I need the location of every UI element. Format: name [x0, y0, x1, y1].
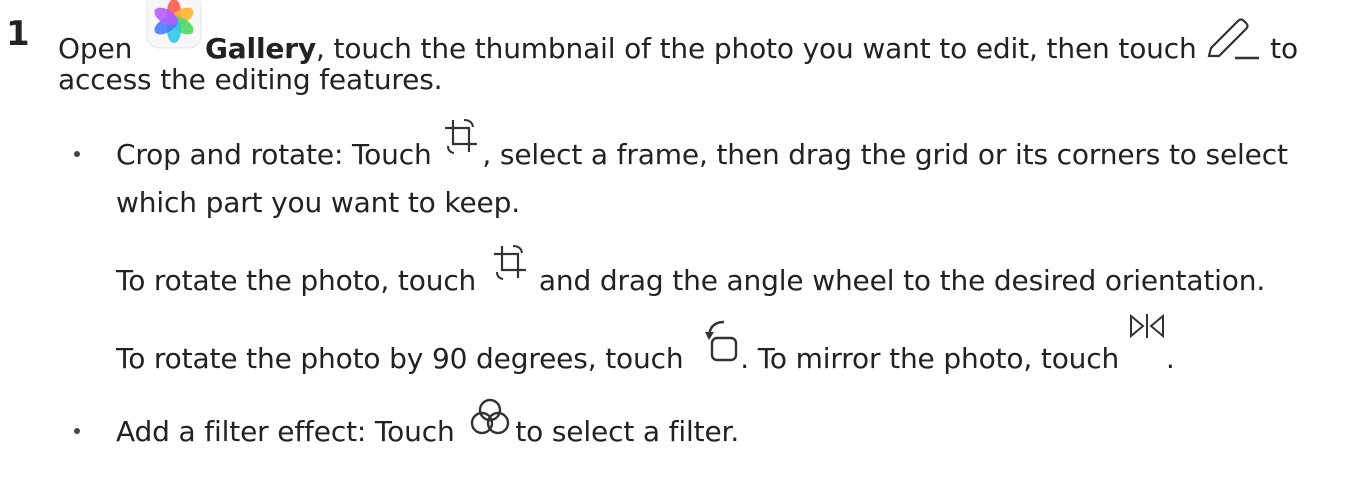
- crop-text-start: Crop and rotate: Touch: [116, 138, 432, 171]
- crop-rotate-icon: [491, 245, 529, 290]
- step-line-1-end: to: [1270, 32, 1298, 65]
- rotate-line: To rotate the photo, touch and drag the …: [116, 245, 1266, 299]
- bullet-dot: [74, 151, 80, 157]
- rotate90-line: To rotate the photo by 90 degrees, touch…: [116, 313, 1175, 377]
- crop-text-end: , select a frame, then drag the grid or …: [482, 138, 1288, 171]
- bullet-dot: [74, 428, 80, 434]
- gallery-app-icon: [145, 0, 203, 50]
- rotate90-text-mid: . To mirror the photo, touch: [740, 342, 1120, 375]
- rotate-text-start: To rotate the photo, touch: [116, 264, 477, 297]
- gallery-label: Gallery: [204, 32, 317, 65]
- pencil-edit-icon: [1205, 18, 1261, 62]
- step-line-1-text: , touch the thumbnail of the photo you w…: [316, 32, 1197, 65]
- step-line-2: access the editing features.: [58, 63, 443, 96]
- rotate90-text-start: To rotate the photo by 90 degrees, touch: [116, 342, 684, 375]
- mirror-icon: [1128, 313, 1166, 368]
- rotate90-text-end: .: [1165, 342, 1175, 375]
- step-number: 1: [6, 14, 30, 54]
- instruction-page: 1 Open Gallery, touch the thumbnail of t…: [0, 0, 1362, 495]
- open-text: Open: [58, 32, 133, 65]
- crop-line-2: which part you want to keep.: [116, 186, 520, 219]
- rotate-text-end: and drag the angle wheel to the desired …: [538, 264, 1266, 297]
- step-line-1: Open Gallery, touch the thumbnail of the…: [58, 0, 1298, 67]
- crop-rotate-icon: [442, 119, 480, 164]
- filter-line: Add a filter effect: Touch to select a f…: [116, 398, 740, 450]
- filter-text-end: to select a filter.: [515, 415, 740, 448]
- rotate-90-icon: [702, 320, 740, 368]
- crop-line-1: Crop and rotate: Touch , select a frame,…: [116, 119, 1288, 173]
- filter-icon: [469, 398, 511, 441]
- filter-text-start: Add a filter effect: Touch: [116, 415, 455, 448]
